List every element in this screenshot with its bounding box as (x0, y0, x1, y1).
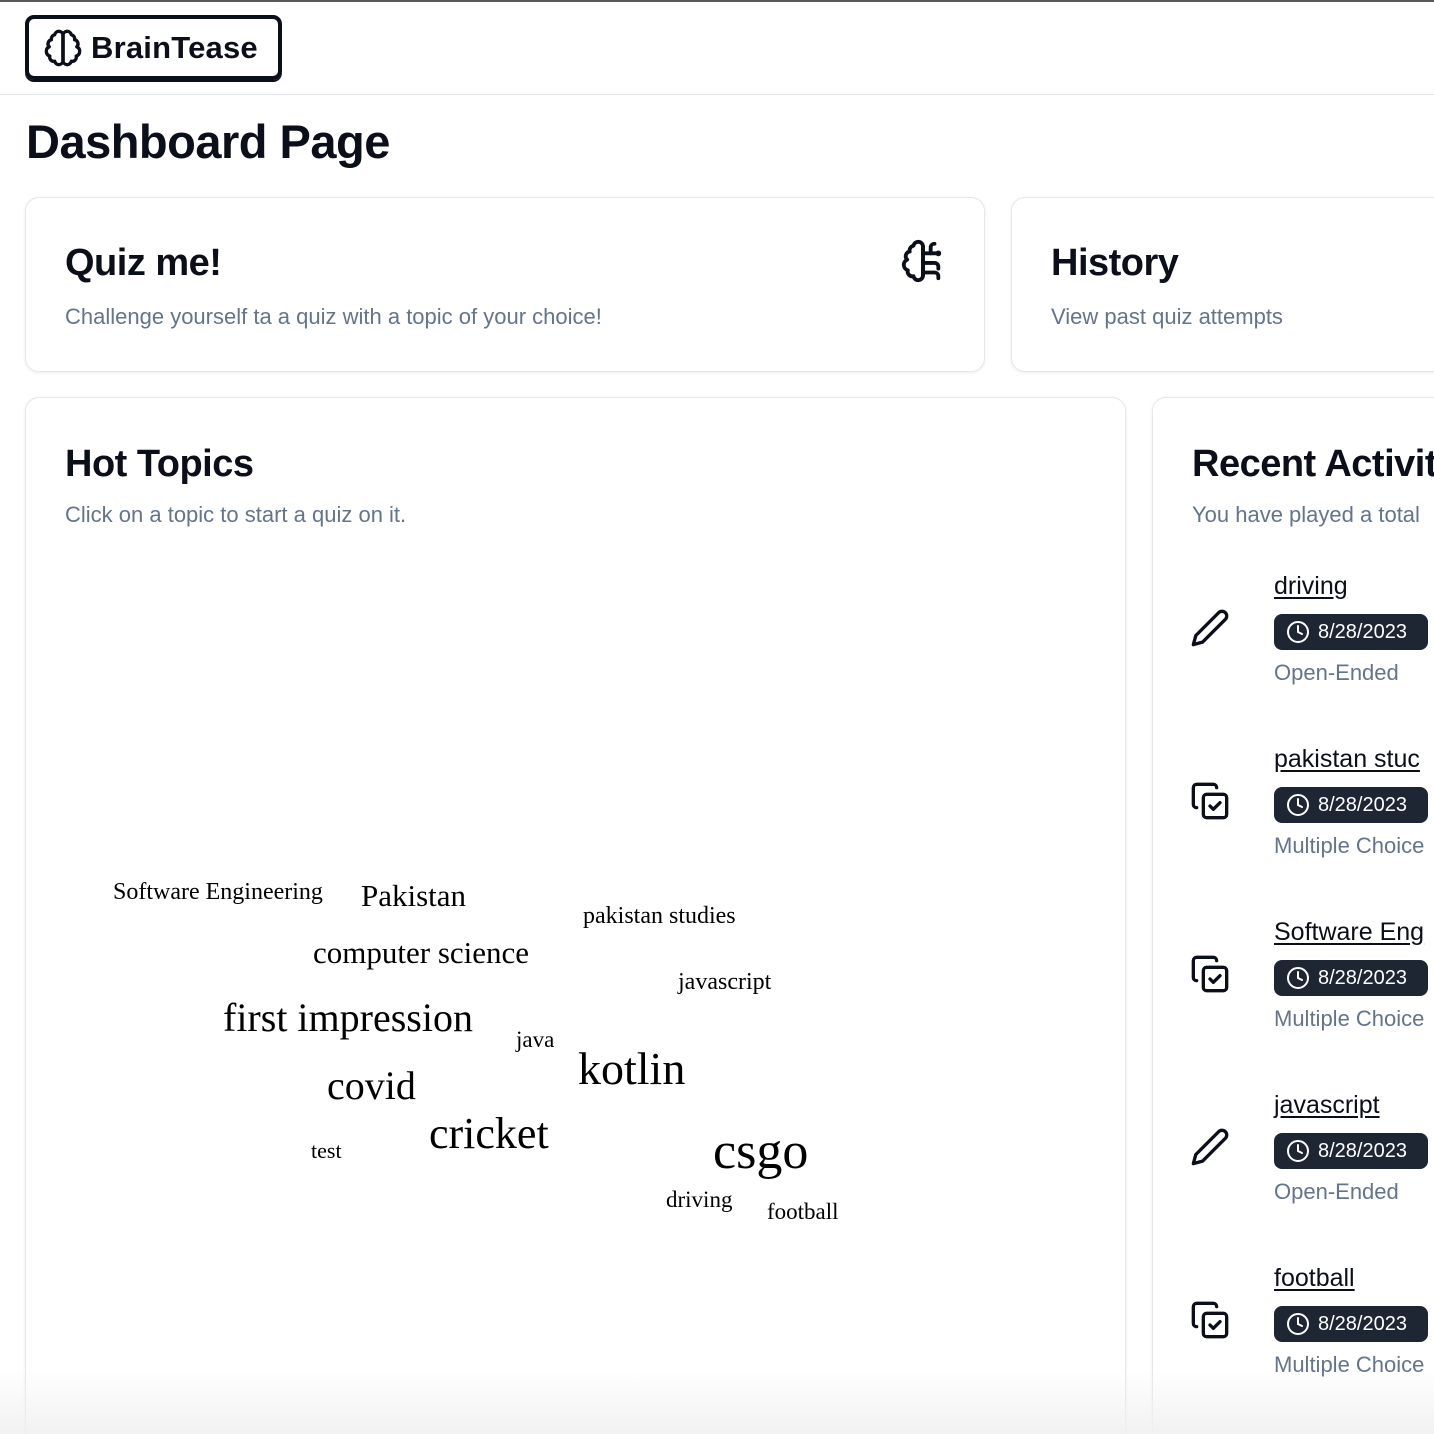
navbar: BrainTease (0, 2, 1434, 95)
activity-topic-link[interactable]: driving (1274, 572, 1348, 601)
activity-date: 8/28/2023 (1318, 620, 1407, 643)
activity-type: Multiple Choice (1274, 833, 1425, 858)
topic-word[interactable]: football (767, 1200, 839, 1223)
activity-type: Open-Ended (1274, 1179, 1399, 1204)
topic-word[interactable]: covid (327, 1066, 416, 1106)
history-description: View past quiz attempts (1051, 304, 1283, 329)
topic-word[interactable]: test (311, 1140, 342, 1162)
brain-circuit-icon (901, 239, 942, 283)
history-title: History (1051, 242, 1179, 284)
activity-date: 8/28/2023 (1318, 1139, 1407, 1162)
clock-icon (1287, 1313, 1309, 1335)
activity-date-badge: 8/28/2023 (1274, 1306, 1428, 1342)
copy-check-icon (1191, 1301, 1229, 1339)
hot-topics-card: Hot Topics Click on a topic to start a q… (25, 397, 1126, 1434)
topic-word[interactable]: Software Engineering (113, 880, 323, 904)
history-card[interactable]: History View past quiz attempts (1011, 197, 1434, 372)
activity-date: 8/28/2023 (1318, 793, 1407, 816)
clock-icon (1287, 621, 1309, 643)
hot-topics-description: Click on a topic to start a quiz on it. (65, 502, 407, 527)
topic-word[interactable]: Pakistan (361, 880, 466, 911)
page-title: Dashboard Page (26, 115, 390, 168)
activity-topic-link[interactable]: football (1274, 1264, 1355, 1293)
activity-topic-link[interactable]: Software Eng (1274, 918, 1424, 947)
activity-date: 8/28/2023 (1318, 1312, 1407, 1335)
activity-date-badge: 8/28/2023 (1274, 614, 1428, 650)
activity-type: Multiple Choice (1274, 1006, 1425, 1031)
activity-type: Multiple Choice (1274, 1352, 1425, 1377)
pencil-icon (1191, 1128, 1229, 1166)
activity-type: Open-Ended (1274, 660, 1399, 685)
activity-date-badge: 8/28/2023 (1274, 1133, 1428, 1169)
topic-word[interactable]: kotlin (578, 1046, 685, 1092)
activity-topic-link[interactable]: pakistan stuc (1274, 745, 1420, 774)
quiz-me-title: Quiz me! (65, 242, 222, 284)
recent-activity-title: Recent Activit (1192, 443, 1434, 485)
copy-check-icon (1191, 955, 1229, 993)
activity-date: 8/28/2023 (1318, 966, 1407, 989)
copy-check-icon (1191, 782, 1229, 820)
topic-word[interactable]: csgo (713, 1126, 808, 1178)
pencil-icon (1191, 609, 1229, 647)
clock-icon (1287, 967, 1309, 989)
brand-name: BrainTease (91, 29, 258, 65)
brand-logo-link[interactable]: BrainTease (25, 15, 282, 80)
topic-word[interactable]: computer science (313, 937, 529, 968)
topic-word[interactable]: java (516, 1028, 554, 1051)
topic-word[interactable]: javascript (678, 970, 771, 994)
clock-icon (1287, 1140, 1309, 1162)
activity-topic-link[interactable]: javascript (1274, 1091, 1380, 1120)
topic-word[interactable]: cricket (429, 1112, 549, 1156)
activity-date-badge: 8/28/2023 (1274, 960, 1428, 996)
topic-word[interactable]: pakistan studies (583, 904, 736, 928)
recent-activity-description: You have played a total (1192, 502, 1420, 527)
activity-date-badge: 8/28/2023 (1274, 787, 1428, 823)
topic-word[interactable]: driving (666, 1188, 732, 1211)
clock-icon (1287, 794, 1309, 816)
quiz-me-description: Challenge yourself ta a quiz with a topi… (65, 304, 602, 329)
quiz-me-card[interactable]: Quiz me! Challenge yourself ta a quiz wi… (25, 197, 985, 372)
topic-word[interactable]: first impression (223, 998, 473, 1038)
brain-icon (44, 29, 82, 66)
hot-topics-title: Hot Topics (65, 443, 254, 485)
